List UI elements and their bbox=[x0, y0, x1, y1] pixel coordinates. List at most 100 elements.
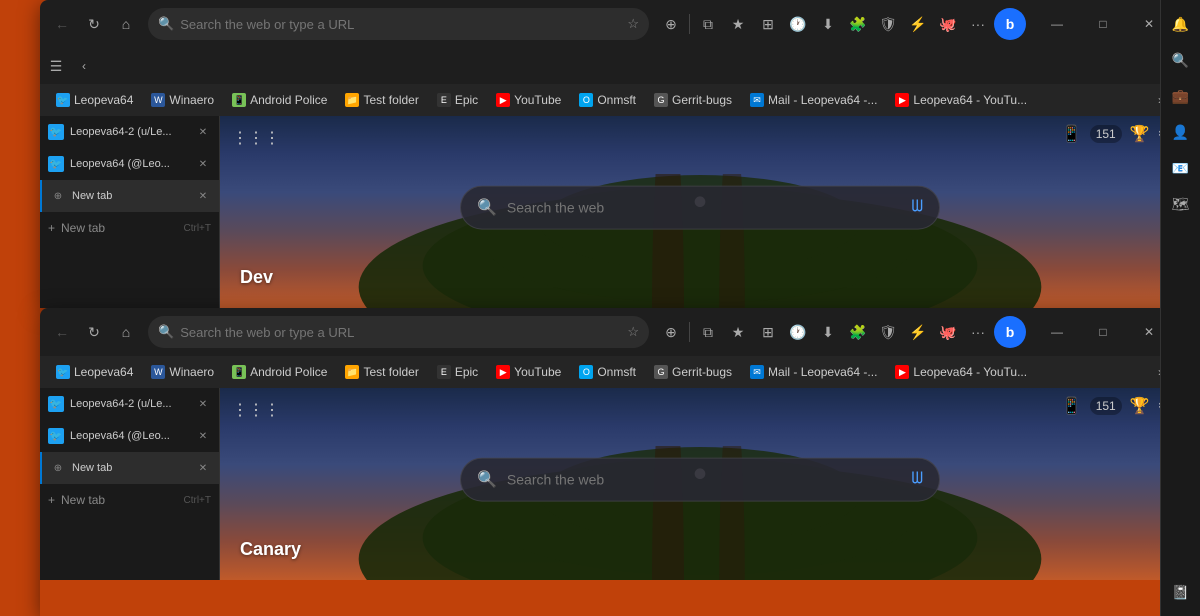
newtab-search-container: 🔍 ᗯ bbox=[460, 186, 940, 230]
tab-item-newtab-c[interactable]: ⊕ New tab ✕ bbox=[40, 452, 219, 484]
history-canary[interactable]: 🕐 bbox=[784, 318, 812, 346]
newtab-search-box[interactable]: 🔍 ᗯ bbox=[460, 186, 940, 230]
split-screen[interactable]: ⧉ bbox=[694, 10, 722, 38]
bookmark-android-c[interactable]: 📱 Android Police bbox=[224, 360, 335, 384]
newtab-search-container-canary: 🔍 ᗯ bbox=[460, 458, 940, 502]
tab-item-leopeva64[interactable]: 🐦 Leopeva64 (@Leo... ✕ bbox=[40, 148, 219, 180]
minimize-button[interactable]: — bbox=[1034, 8, 1080, 40]
bookmark-label: Mail - Leopeva64 -... bbox=[768, 365, 877, 379]
devtools-btn-canary[interactable]: 🐙 bbox=[934, 318, 962, 346]
address-bar-canary[interactable]: 🔍 ☆ bbox=[148, 316, 649, 348]
bookmark-leopeva64-c[interactable]: 🐦 Leopeva64 bbox=[48, 360, 141, 384]
collections-btn[interactable]: ⊞ bbox=[754, 10, 782, 38]
more-menu[interactable]: ··· bbox=[964, 10, 992, 38]
tab-close-c-3[interactable]: ✕ bbox=[195, 460, 211, 476]
tab-close-c-2[interactable]: ✕ bbox=[195, 428, 211, 444]
bookmark-youtube2-c[interactable]: ▶ Leopeva64 - YouTu... bbox=[887, 360, 1035, 384]
newtab-search-input[interactable] bbox=[507, 200, 902, 216]
new-tab-shortcut-c: Ctrl+T bbox=[184, 495, 212, 506]
bookmark-label: Leopeva64 bbox=[74, 365, 133, 379]
new-tab-button[interactable]: + New tab Ctrl+T bbox=[40, 214, 219, 242]
tab-favicon-3: ⊕ bbox=[50, 188, 66, 204]
new-tab-button-canary[interactable]: + New tab Ctrl+T bbox=[40, 486, 219, 514]
bookmark-mail-c[interactable]: ✉ Mail - Leopeva64 -... bbox=[742, 360, 885, 384]
maximize-button[interactable]: □ bbox=[1080, 8, 1126, 40]
more-menu-canary[interactable]: ··· bbox=[964, 318, 992, 346]
bookmark-onmsft[interactable]: O Onmsft bbox=[571, 88, 644, 112]
bing-button-canary[interactable]: b bbox=[994, 316, 1026, 348]
newtab-search-box-canary[interactable]: 🔍 ᗯ bbox=[460, 458, 940, 502]
favorites[interactable]: ★ bbox=[724, 10, 752, 38]
browser-essentials[interactable]: 🛡 bbox=[874, 10, 902, 38]
address-input-canary[interactable] bbox=[180, 325, 621, 340]
extensions[interactable]: 🧩 bbox=[844, 10, 872, 38]
refresh-button[interactable]: ↻ bbox=[80, 10, 108, 38]
profile-circle-canary[interactable]: ⊕ bbox=[657, 318, 685, 346]
bookmark-mail[interactable]: ✉ Mail - Leopeva64 -... bbox=[742, 88, 885, 112]
tab-close-2[interactable]: ✕ bbox=[195, 156, 211, 172]
sidebar-toggle[interactable]: ☰ bbox=[42, 52, 70, 80]
history[interactable]: 🕐 bbox=[784, 10, 812, 38]
tab-item-leopeva64-c[interactable]: 🐦 Leopeva64 (@Leo... ✕ bbox=[40, 420, 219, 452]
outlook-icon[interactable]: 📧 bbox=[1165, 152, 1197, 184]
bookmark-test-folder[interactable]: 📁 Test folder bbox=[337, 88, 426, 112]
bookmark-android-police[interactable]: 📱 Android Police bbox=[224, 88, 335, 112]
profile-circle[interactable]: ⊕ bbox=[657, 10, 685, 38]
bookmark-favicon-youtube: ▶ bbox=[496, 93, 510, 107]
collections-btn-canary[interactable]: ⊞ bbox=[754, 318, 782, 346]
address-bar[interactable]: 🔍 ☆ bbox=[148, 8, 649, 40]
address-input[interactable] bbox=[180, 17, 621, 32]
newtab-apps-icon-canary[interactable]: ⋮⋮⋮ bbox=[228, 396, 284, 424]
bing-button[interactable]: b bbox=[994, 8, 1026, 40]
browser-essentials-canary[interactable]: 🛡 bbox=[874, 318, 902, 346]
tab-item-leopeva64-2[interactable]: 🐦 Leopeva64-2 (u/Le... ✕ bbox=[40, 116, 219, 148]
tabs-collapse[interactable]: ‹ bbox=[72, 52, 96, 80]
bookmark-onmsft-c[interactable]: O Onmsft bbox=[571, 360, 644, 384]
bookmark-youtube2[interactable]: ▶ Leopeva64 - YouTu... bbox=[887, 88, 1035, 112]
back-button[interactable]: ← bbox=[48, 10, 76, 38]
split-screen-canary[interactable]: ⧉ bbox=[694, 318, 722, 346]
maximize-button-canary[interactable]: □ bbox=[1080, 316, 1126, 348]
refresh-button-canary[interactable]: ↻ bbox=[80, 318, 108, 346]
bookmark-favicon-mail: ✉ bbox=[750, 93, 764, 107]
newtab-search-input-canary[interactable] bbox=[507, 472, 902, 488]
downloads[interactable]: ⬇ bbox=[814, 10, 842, 38]
minimize-button-canary[interactable]: — bbox=[1034, 316, 1080, 348]
collections-icon[interactable]: 💼 bbox=[1165, 80, 1197, 112]
tab-item-newtab[interactable]: ⊕ New tab ✕ bbox=[40, 180, 219, 212]
newtab-apps-icon[interactable]: ⋮⋮⋮ bbox=[228, 124, 284, 152]
bookmark-youtube[interactable]: ▶ YouTube bbox=[488, 88, 569, 112]
bookmark-epic[interactable]: E Epic bbox=[429, 88, 486, 112]
bookmark-label: Onmsft bbox=[597, 93, 636, 107]
tab-close-3[interactable]: ✕ bbox=[195, 188, 211, 204]
downloads-canary[interactable]: ⬇ bbox=[814, 318, 842, 346]
bookmark-winaero-c[interactable]: W Winaero bbox=[143, 360, 222, 384]
back-button-canary[interactable]: ← bbox=[48, 318, 76, 346]
bookmark-youtube-c[interactable]: ▶ YouTube bbox=[488, 360, 569, 384]
tab-close-c-1[interactable]: ✕ bbox=[195, 396, 211, 412]
maps-icon[interactable]: 🗺 bbox=[1165, 188, 1197, 220]
bookmark-epic-c[interactable]: E Epic bbox=[429, 360, 486, 384]
bookmark-winaero[interactable]: W Winaero bbox=[143, 88, 222, 112]
performance[interactable]: ⚡ bbox=[904, 10, 932, 38]
divider bbox=[689, 14, 690, 34]
bookmark-leopeva64[interactable]: 🐦 Leopeva64 bbox=[48, 88, 141, 112]
bookmark-gerrit[interactable]: G Gerrit-bugs bbox=[646, 88, 740, 112]
bookmark-favicon-youtube-c: ▶ bbox=[496, 365, 510, 379]
extensions-canary[interactable]: 🧩 bbox=[844, 318, 872, 346]
notifications-icon[interactable]: 🔔 bbox=[1165, 8, 1197, 40]
bookmark-test-c[interactable]: 📁 Test folder bbox=[337, 360, 426, 384]
search-icon-canary: 🔍 bbox=[158, 324, 174, 340]
favorites-canary[interactable]: ★ bbox=[724, 318, 752, 346]
sidebar-search-icon[interactable]: 🔍 bbox=[1165, 44, 1197, 76]
performance-canary[interactable]: ⚡ bbox=[904, 318, 932, 346]
tab-item-leopeva64-2-c[interactable]: 🐦 Leopeva64-2 (u/Le... ✕ bbox=[40, 388, 219, 420]
tab-close-1[interactable]: ✕ bbox=[195, 124, 211, 140]
bookmark-gerrit-c[interactable]: G Gerrit-bugs bbox=[646, 360, 740, 384]
home-button-canary[interactable]: ⌂ bbox=[112, 318, 140, 346]
newtab-topbar: 📱 151 🏆 ⚙ bbox=[1062, 124, 1172, 144]
profile-icon[interactable]: 👤 bbox=[1165, 116, 1197, 148]
home-button[interactable]: ⌂ bbox=[112, 10, 140, 38]
onenote-icon[interactable]: 📓 bbox=[1165, 576, 1197, 608]
devtools-btn[interactable]: 🐙 bbox=[934, 10, 962, 38]
